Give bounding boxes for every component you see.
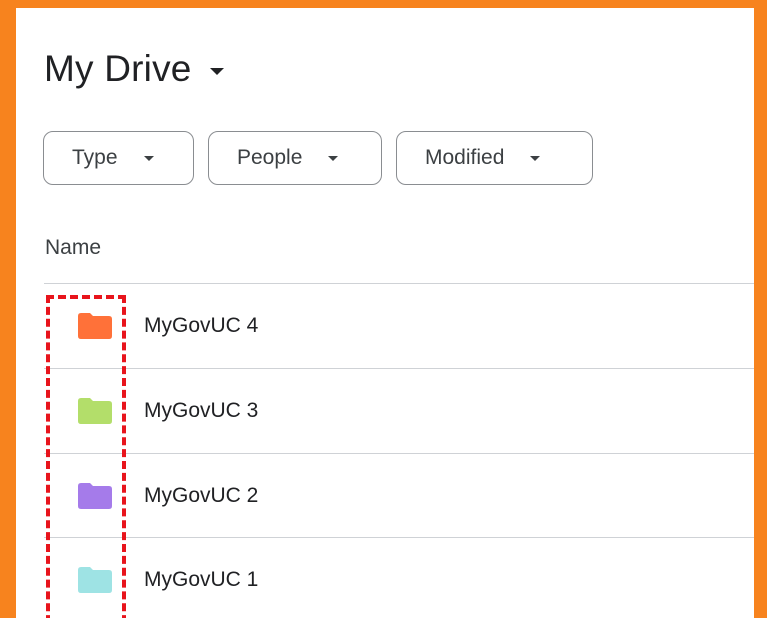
drive-panel: My Drive Type People Modified Name MyGov… bbox=[16, 8, 754, 618]
folder-row[interactable]: MyGovUC 2 bbox=[44, 454, 754, 538]
filter-type-label: Type bbox=[72, 146, 118, 169]
my-drive-menu[interactable]: My Drive bbox=[44, 48, 224, 90]
caret-down-icon bbox=[143, 155, 154, 161]
folder-row[interactable]: MyGovUC 4 bbox=[44, 284, 754, 368]
caret-down-icon bbox=[530, 155, 541, 161]
column-header-name[interactable]: Name bbox=[45, 236, 101, 260]
folder-row[interactable]: MyGovUC 3 bbox=[44, 369, 754, 453]
filter-modified-button[interactable]: Modified bbox=[396, 131, 593, 185]
folder-icon bbox=[78, 567, 112, 593]
folder-icon bbox=[78, 313, 112, 339]
filter-people-button[interactable]: People bbox=[208, 131, 382, 185]
caret-down-icon bbox=[328, 155, 339, 161]
caret-down-icon bbox=[209, 67, 224, 75]
folder-name: MyGovUC 4 bbox=[144, 314, 259, 337]
filter-type-button[interactable]: Type bbox=[43, 131, 194, 185]
folder-row[interactable]: MyGovUC 1 bbox=[44, 538, 754, 618]
folder-name: MyGovUC 2 bbox=[144, 484, 259, 507]
filter-modified-label: Modified bbox=[425, 146, 505, 169]
folder-name: MyGovUC 1 bbox=[144, 568, 259, 591]
folder-icon bbox=[78, 398, 112, 424]
filter-people-label: People bbox=[237, 146, 303, 169]
page-title: My Drive bbox=[44, 48, 192, 89]
folder-name: MyGovUC 3 bbox=[144, 399, 259, 422]
folder-icon bbox=[78, 483, 112, 509]
